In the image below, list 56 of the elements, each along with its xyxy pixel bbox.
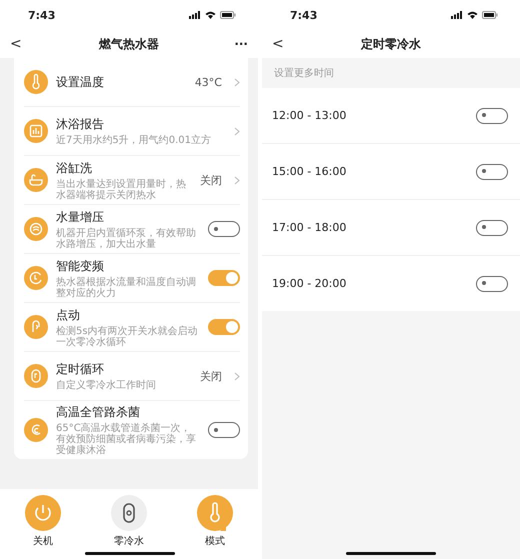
signal-icon xyxy=(189,11,201,19)
time-slot-label: 19:00 - 20:00 xyxy=(272,277,346,290)
setting-value: 43°C xyxy=(194,76,222,88)
setting-title: 智能变频 xyxy=(56,258,105,274)
back-button[interactable]: < xyxy=(10,36,34,52)
chevron-right-icon xyxy=(234,78,240,86)
page-title: 定时零冷水 xyxy=(361,36,421,52)
mode-button[interactable]: 模式 xyxy=(197,495,233,548)
setting-description: 热水器根据水流量和温度自动调整对应的火力 xyxy=(56,276,197,298)
time-slot-label: 12:00 - 13:00 xyxy=(272,109,346,122)
status-time: 7:43 xyxy=(290,8,318,22)
section-header: 设置更多时间 xyxy=(274,66,334,80)
setting-description: 65°C高温水载管道杀菌一次，有效预防细菌或者病毒污染，享受健康沐浴 xyxy=(56,423,197,456)
setting-title: 点动 xyxy=(56,306,81,324)
setting-title: 水量增压 xyxy=(56,208,105,226)
setting-value: 关闭 xyxy=(200,368,222,384)
page-title: 燃气热水器 xyxy=(99,36,159,52)
setting-description: 检测5s内有两次开关水就会启动一次零冷水循环 xyxy=(56,326,199,348)
setting-title: 沐浴报告 xyxy=(56,116,105,133)
chevron-right-icon xyxy=(234,126,240,136)
time-slot-label: 15:00 - 16:00 xyxy=(272,165,346,178)
setting-description: 近7天用水约5升，用气约0.01立方 xyxy=(56,135,212,146)
mode-button[interactable]: 零冷水 xyxy=(111,495,147,548)
wifi-icon xyxy=(205,11,216,19)
more-button[interactable]: ··· xyxy=(224,37,248,51)
time-slot-label: 17:00 - 18:00 xyxy=(272,221,346,234)
signal-icon xyxy=(451,11,463,19)
setting-description: 机器开启内置循环泵，有效帮助水路增压，加大出水量 xyxy=(56,228,197,250)
mode-button[interactable]: 关机 xyxy=(25,495,61,548)
toggle-switch[interactable] xyxy=(208,270,240,286)
toggle-switch[interactable] xyxy=(208,422,240,438)
back-button[interactable]: < xyxy=(272,36,296,52)
setting-description: 自定义零冷水工作时间 xyxy=(56,380,157,391)
setting-title: 浴缸洗 xyxy=(56,160,93,176)
wifi-icon xyxy=(467,11,478,19)
toggle-switch[interactable] xyxy=(476,276,508,292)
chevron-right-icon xyxy=(234,176,240,184)
battery-icon xyxy=(482,11,498,19)
bathtub-icon xyxy=(24,168,48,192)
setting-description: 当出水量达到设置用量时，热水器端将提示关闭热水 xyxy=(56,178,187,200)
battery-icon xyxy=(220,11,236,19)
toggle-switch[interactable] xyxy=(208,319,240,335)
setting-title: 定时循环 xyxy=(56,361,105,378)
toggle-switch[interactable] xyxy=(476,108,508,124)
chevron-right-icon xyxy=(234,372,240,380)
status-time: 7:43 xyxy=(28,8,56,22)
thermometer-icon xyxy=(24,70,48,94)
chart-icon xyxy=(24,119,48,143)
setting-title: 高温全管路杀菌 xyxy=(56,404,141,421)
setting-title: 设置温度 xyxy=(56,74,105,90)
timer-icon xyxy=(24,364,48,388)
setting-value: 关闭 xyxy=(200,172,222,188)
corner-triangle-icon xyxy=(220,525,226,531)
toggle-switch[interactable] xyxy=(476,220,508,236)
toggle-switch[interactable] xyxy=(476,164,508,180)
toggle-switch[interactable] xyxy=(208,221,240,237)
